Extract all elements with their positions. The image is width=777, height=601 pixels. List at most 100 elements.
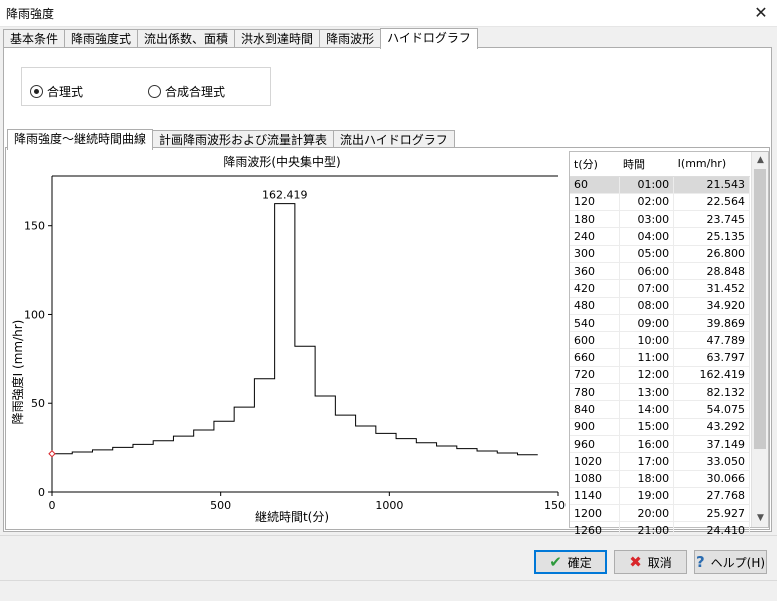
table-row[interactable]: 1020 17:00 33.050 (570, 452, 750, 471)
table-row[interactable]: 300 05:00 26.800 (570, 245, 750, 263)
table-row[interactable]: 600 10:00 47.789 (570, 331, 750, 350)
radio-composite-rational[interactable]: 合成合理式 (148, 83, 225, 100)
table-row[interactable]: 60 01:00 21.543 (570, 176, 750, 194)
cell-t-min: 300 (570, 245, 620, 263)
table-row[interactable]: 1200 20:00 25.927 (570, 504, 750, 523)
scroll-up-icon[interactable]: ▲ (752, 152, 769, 169)
cell-time: 18:00 (619, 470, 675, 488)
cell-time: 07:00 (619, 279, 675, 298)
table-row[interactable]: 360 06:00 28.848 (570, 262, 750, 281)
cell-t-min: 60 (570, 176, 620, 194)
cell-t-min: 240 (570, 227, 620, 246)
cell-intensity: 54.075 (673, 400, 750, 419)
cell-intensity: 25.135 (673, 227, 750, 246)
cell-intensity: 47.789 (673, 331, 750, 350)
cell-intensity: 23.745 (673, 210, 750, 229)
cell-time: 16:00 (619, 435, 675, 454)
table-row[interactable]: 420 07:00 31.452 (570, 279, 750, 298)
help-button[interactable]: ? ヘルプ(H) (694, 550, 767, 574)
cell-intensity: 162.419 (673, 366, 750, 385)
cell-time: 20:00 (619, 504, 675, 523)
tab-basic-conditions[interactable]: 基本条件 (3, 29, 66, 48)
col-intensity: I(mm/hr) (673, 152, 750, 177)
radio-rational[interactable]: 合理式 (30, 83, 83, 100)
cell-intensity: 33.050 (673, 452, 750, 471)
x-tick-label: 0 (49, 499, 56, 512)
x-tick-label: 1000 (375, 499, 403, 512)
cell-time: 09:00 (619, 314, 675, 333)
subtab-idf-curve[interactable]: 降雨強度～継続時間曲線 (7, 129, 154, 150)
hydrograph-panel: 合理式 合成合理式 降雨強度～継続時間曲線 計画降雨波形および流量計算表 流出ハ… (3, 47, 772, 540)
window-title: 降雨強度 (6, 7, 55, 21)
table-row[interactable]: 1080 18:00 30.066 (570, 470, 750, 488)
x-tick-label: 1500 (544, 499, 566, 512)
y-tick-label: 0 (38, 486, 45, 499)
cell-t-min: 1020 (570, 452, 620, 471)
cell-intensity: 26.800 (673, 245, 750, 263)
table-header: t(分) 時間 I(mm/hr) (570, 152, 750, 177)
scroll-thumb[interactable] (754, 169, 766, 449)
cell-time: 13:00 (619, 383, 675, 402)
table-row[interactable]: 660 11:00 63.797 (570, 348, 750, 367)
tab-hydrograph[interactable]: ハイドログラフ (380, 28, 478, 49)
cell-time: 11:00 (619, 348, 675, 367)
cell-intensity: 63.797 (673, 348, 750, 367)
y-axis-label: 降雨強度I (mm/hr) (10, 320, 25, 425)
cell-time: 14:00 (619, 400, 675, 419)
table-row[interactable]: 240 04:00 25.135 (570, 227, 750, 246)
cell-t-min: 780 (570, 383, 620, 402)
table-row[interactable]: 960 16:00 37.149 (570, 435, 750, 454)
cell-time: 12:00 (619, 366, 675, 385)
table-row[interactable]: 480 08:00 34.920 (570, 297, 750, 315)
cell-time: 05:00 (619, 245, 675, 263)
hyetograph-step-line (52, 203, 538, 456)
peak-value-label: 162.419 (262, 189, 308, 202)
cell-t-min: 1140 (570, 487, 620, 506)
cell-t-min: 720 (570, 366, 620, 385)
cell-t-min: 660 (570, 348, 620, 367)
cell-intensity: 34.920 (673, 297, 750, 315)
tab-rain-waveform[interactable]: 降雨波形 (319, 29, 382, 48)
table-scrollbar[interactable]: ▲ ▼ (751, 152, 768, 527)
y-tick-label: 150 (24, 220, 45, 233)
close-icon[interactable]: ✕ (745, 0, 777, 27)
cell-t-min: 840 (570, 400, 620, 419)
table-row[interactable]: 720 12:00 162.419 (570, 366, 750, 385)
tab-runoff-area[interactable]: 流出係数、面積 (137, 29, 236, 48)
cell-t-min: 420 (570, 279, 620, 298)
table-row[interactable]: 120 02:00 22.564 (570, 193, 750, 212)
cell-time: 19:00 (619, 487, 675, 506)
cell-t-min: 480 (570, 297, 620, 315)
table-row[interactable]: 900 15:00 43.292 (570, 418, 750, 436)
col-t-min: t(分) (570, 152, 619, 177)
table-row[interactable]: 540 09:00 39.869 (570, 314, 750, 333)
radio-unselected-icon (148, 85, 161, 98)
cell-intensity: 22.564 (673, 193, 750, 212)
cell-time: 02:00 (619, 193, 675, 212)
dialog-body: 基本条件 降雨強度式 流出係数、面積 洪水到達時間 降雨波形 ハイドログラフ 合… (0, 27, 777, 540)
cell-t-min: 540 (570, 314, 620, 333)
radio-composite-label: 合成合理式 (165, 85, 226, 99)
start-marker-icon (48, 450, 56, 458)
confirm-button[interactable]: ✔ 確定 (534, 550, 607, 574)
rain-waveform-chart: 降雨波形(中央集中型) 継続時間t(分) 降雨強度I (mm/hr) 0 50 10… (10, 154, 566, 524)
col-time: 時間 (619, 152, 674, 177)
chart-title: 降雨波形(中央集中型) (223, 154, 340, 169)
tab-arrival-time[interactable]: 洪水到達時間 (234, 29, 321, 48)
title-bar: 降雨強度 ✕ (0, 0, 777, 27)
cell-t-min: 180 (570, 210, 620, 229)
table-row[interactable]: 840 14:00 54.075 (570, 400, 750, 419)
x-tick-label: 500 (210, 499, 231, 512)
cell-time: 03:00 (619, 210, 675, 229)
table-row[interactable]: 1140 19:00 27.768 (570, 487, 750, 506)
cell-t-min: 960 (570, 435, 620, 454)
radio-rational-label: 合理式 (47, 85, 84, 99)
table-row[interactable]: 180 03:00 23.745 (570, 210, 750, 229)
tab-rainfall-formula[interactable]: 降雨強度式 (64, 29, 139, 48)
cancel-button[interactable]: ✖ 取消 (614, 550, 687, 574)
table-row[interactable]: 780 13:00 82.132 (570, 383, 750, 402)
scroll-down-icon[interactable]: ▼ (752, 510, 769, 527)
cell-t-min: 900 (570, 418, 620, 436)
cell-intensity: 31.452 (673, 279, 750, 298)
rainfall-table: t(分) 時間 I(mm/hr) 60 01:00 21.543 120 02:00 22… (569, 151, 769, 540)
